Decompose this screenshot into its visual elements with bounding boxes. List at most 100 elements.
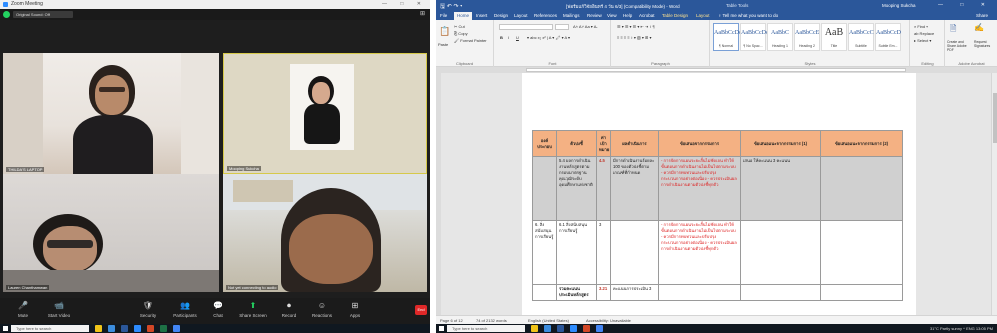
end-meeting-button[interactable]: End — [415, 305, 427, 315]
tab-acrobat[interactable]: Acrobat — [639, 13, 655, 18]
zoom-window-controls[interactable]: — □ ✕ — [382, 1, 427, 7]
create-share-pdf-button[interactable]: Create and Share Adobe PDF — [947, 40, 973, 52]
vertical-ruler[interactable] — [436, 73, 441, 315]
tab-table-layout[interactable]: Layout — [696, 13, 710, 18]
table-cell[interactable]: 6. สิ่งสนับสนุนการเรียนรู้ — [532, 220, 557, 285]
table-cell[interactable]: - การจัดการแผนระยะสั้นไม่ชัดเจน ทำให้ขั้… — [658, 220, 741, 285]
list-buttons[interactable]: ☰ ▾ ☰ ▾ ☰ ▾ ⇤ ⇥ ↕ ¶ — [617, 24, 655, 29]
copy-button[interactable]: ⎘ Copy — [454, 31, 468, 36]
chrome-icon[interactable] — [173, 325, 180, 332]
cut-button[interactable]: ✂ Cut — [454, 24, 465, 29]
table-cell[interactable] — [820, 220, 903, 285]
signed-in-user[interactable]: Mooping Sukcha — [882, 3, 916, 8]
tab-references[interactable]: References — [534, 13, 557, 18]
style-no-spacing[interactable]: AaBbCcDc ¶ No Spac... — [740, 23, 769, 51]
font-size-select[interactable] — [555, 24, 569, 30]
scrollbar-thumb[interactable] — [993, 93, 997, 143]
table-cell[interactable]: 4.5 — [596, 156, 611, 221]
taskbar-search-input[interactable]: Type here to search — [11, 325, 89, 332]
header-cell[interactable]: ข้อเสนอจากกรรมการ — [658, 130, 741, 157]
style-normal[interactable]: AaBbCcDc ¶ Normal — [713, 23, 742, 51]
taskbar-search-input[interactable]: Type here to search — [447, 325, 525, 332]
header-cell[interactable]: ข้อเสนอแนะจากกรรมการ (2) — [820, 130, 903, 157]
table-cell[interactable] — [610, 220, 659, 285]
tab-table-design[interactable]: Table Design — [662, 13, 688, 18]
tab-file[interactable]: File — [440, 13, 447, 18]
tab-design[interactable]: Design — [494, 13, 508, 18]
share-screen-button[interactable]: ⬆ Share Screen — [234, 301, 272, 318]
tab-insert[interactable]: Insert — [476, 13, 487, 18]
word-icon[interactable] — [121, 325, 128, 332]
word-count[interactable]: 74 of 2132 words — [476, 318, 507, 323]
table-cell[interactable]: 3 — [596, 220, 611, 285]
header-cell[interactable]: ค่าเป้าหมาย — [596, 130, 611, 157]
table-cell[interactable]: มีการดำเนินงานร้อยละ 100 ของตัวบ่งชี้ตาม… — [610, 156, 659, 221]
font-format-buttons[interactable]: ▾ abc x₂ x² | A ▾ 🖍 ▾ A ▾ — [527, 35, 570, 40]
table-cell[interactable] — [740, 220, 821, 285]
chat-button[interactable]: 💬 Chat — [199, 301, 237, 318]
table-cell[interactable]: 6.1 สิ่งสนับสนุนการเรียนรู้ — [556, 220, 597, 285]
table-cell[interactable]: 3.21 — [596, 284, 611, 301]
bold-button[interactable]: B — [500, 35, 503, 40]
language-indicator[interactable]: English (United States) — [528, 318, 569, 323]
evaluation-table[interactable]: องค์ประกอบ ตัวบ่งชี้ ค่าเป้าหมาย ผลดำเนิ… — [532, 130, 903, 301]
file-explorer-icon[interactable] — [95, 325, 102, 332]
table-cell[interactable]: รวมคะแนนประเมินหลักสูตร — [556, 284, 597, 301]
find-button[interactable]: ⌕ Find ▾ — [914, 24, 928, 29]
style-subtle-emphasis[interactable]: AaBbCcD Subtle Em... — [875, 23, 901, 51]
table-cell[interactable] — [820, 284, 903, 301]
vertical-scrollbar[interactable] — [991, 73, 997, 315]
tab-home[interactable]: Home — [454, 12, 473, 20]
share-button[interactable]: Share — [976, 13, 988, 18]
header-cell[interactable]: ข้อเสนอแนะจากกรรมการ (1) — [740, 130, 821, 157]
tab-mailings[interactable]: Mailings — [563, 13, 580, 18]
powerpoint-icon[interactable] — [583, 325, 590, 332]
style-heading-1[interactable]: AaBbC Heading 1 — [767, 23, 793, 51]
participant-tile[interactable]: Not yet connecting to audio — [223, 174, 427, 292]
underline-button[interactable]: U — [516, 35, 519, 40]
zoom-app-icon[interactable] — [134, 325, 141, 332]
select-button[interactable]: ▸ Select ▾ — [914, 38, 931, 43]
font-size-buttons[interactable]: A˄ A˅ Aa ▾ A̶ — [573, 24, 596, 29]
page-count[interactable]: Page 6 of 12 — [440, 318, 463, 323]
edge-icon[interactable] — [544, 325, 551, 332]
start-video-button[interactable]: 📹 Start Video — [40, 301, 78, 318]
header-cell[interactable]: ตัวบ่งชี้ — [556, 130, 597, 157]
tab-view[interactable]: View — [607, 13, 617, 18]
participant-tile[interactable]: THILDA'S LAPTOP — [3, 53, 219, 174]
paste-button[interactable]: Paste — [438, 42, 448, 47]
apps-button[interactable]: ⊞ Apps — [336, 301, 374, 318]
tab-help[interactable]: Help — [623, 13, 632, 18]
paste-icon[interactable]: 📋 — [439, 26, 450, 37]
original-sound-toggle[interactable]: Original Sound: Off — [13, 11, 73, 18]
table-cell[interactable] — [820, 156, 903, 221]
word-icon[interactable] — [557, 325, 564, 332]
edge-icon[interactable] — [108, 325, 115, 332]
zoom-app-icon[interactable] — [570, 325, 577, 332]
style-heading-2[interactable]: AaBbCcE Heading 2 — [794, 23, 820, 51]
table-cell[interactable]: เสนอ ให้คะแนน 3 คะแนน — [740, 156, 821, 221]
participant-tile[interactable]: Lauren Chanthamwan — [3, 174, 219, 292]
word-window-controls[interactable]: — □ ✕ — [938, 2, 993, 8]
security-button[interactable]: 🛡 Security — [129, 301, 167, 318]
replace-button[interactable]: ab Replace — [914, 31, 934, 36]
table-cell[interactable]: - การจัดการแผนระยะสั้นไม่ชัดเจน ทำให้ขั้… — [658, 156, 741, 221]
windows-start-icon[interactable] — [439, 326, 444, 331]
header-cell[interactable]: ผลดำเนินการ — [610, 130, 659, 157]
table-cell[interactable] — [532, 284, 557, 301]
document-page[interactable]: องค์ประกอบ ตัวบ่งชี้ ค่าเป้าหมาย ผลดำเนิ… — [522, 73, 916, 315]
document-canvas[interactable]: องค์ประกอบ ตัวบ่งชี้ ค่าเป้าหมาย ผลดำเนิ… — [436, 73, 997, 315]
powerpoint-icon[interactable] — [147, 325, 154, 332]
table-cell[interactable]: คะแนนการประเมิน 3 — [610, 284, 659, 301]
chrome-icon[interactable] — [596, 325, 603, 332]
mute-button[interactable]: 🎤 Mute — [4, 301, 42, 318]
style-title[interactable]: AaB Title — [821, 23, 847, 51]
italic-button[interactable]: I — [508, 35, 509, 40]
table-cell[interactable] — [740, 284, 821, 301]
table-cell[interactable] — [658, 284, 741, 301]
system-tray[interactable]: 31°C Partly sunny ^ ENG 13:05 PM — [930, 326, 993, 331]
file-explorer-icon[interactable] — [531, 325, 538, 332]
excel-icon[interactable] — [160, 325, 167, 332]
font-name-select[interactable] — [499, 24, 553, 30]
tab-layout[interactable]: Layout — [514, 13, 528, 18]
